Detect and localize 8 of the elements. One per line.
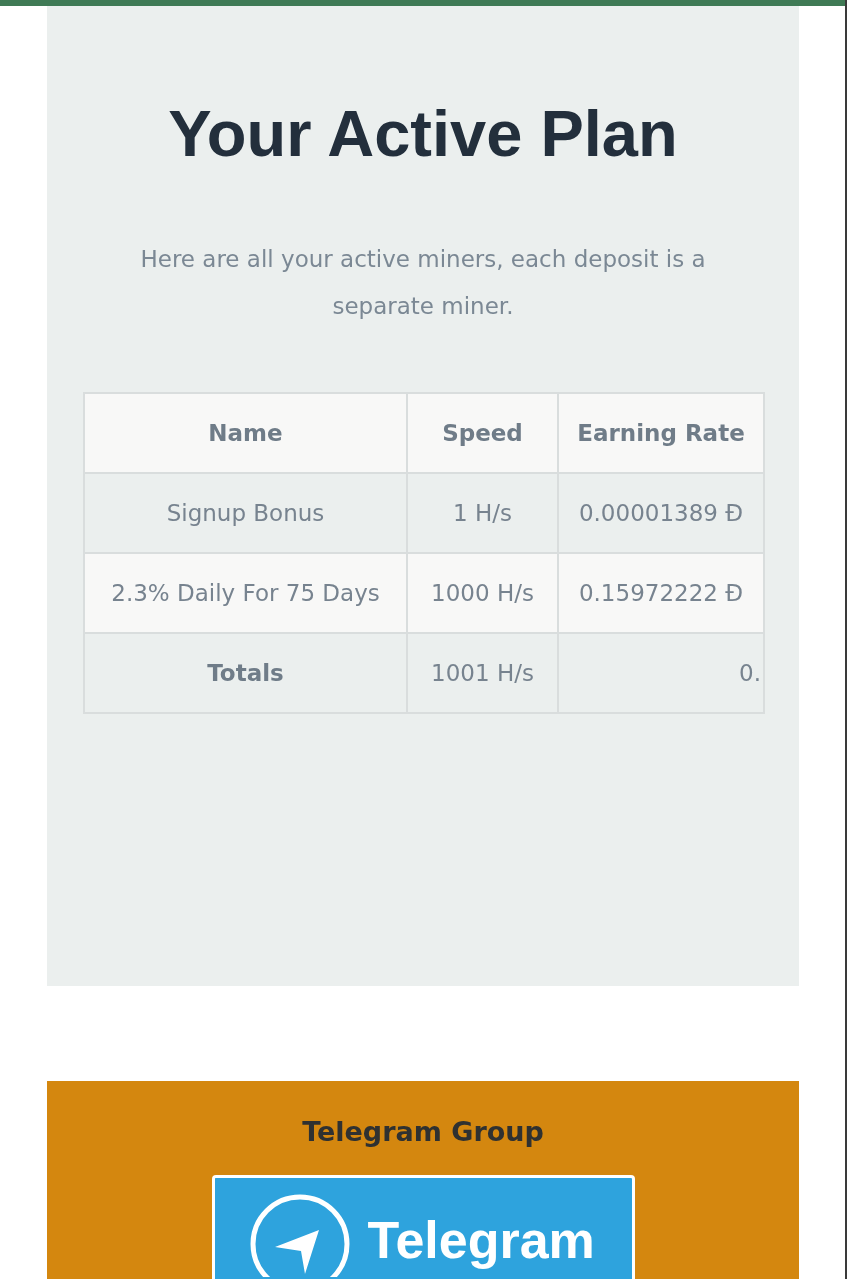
plan-title: Your Active Plan xyxy=(167,96,679,172)
column-header: Name xyxy=(84,393,407,473)
table-cell: Totals xyxy=(84,633,407,713)
telegram-heading: Telegram Group xyxy=(301,1115,545,1149)
table-cell: 1001 H/s xyxy=(407,633,558,713)
telegram-banner-link[interactable]: Telegram xyxy=(211,1175,635,1279)
table-cell: 0. xyxy=(558,633,764,713)
plan-description: Here are all your active miners, each deposit is a separate miner. xyxy=(139,245,707,321)
